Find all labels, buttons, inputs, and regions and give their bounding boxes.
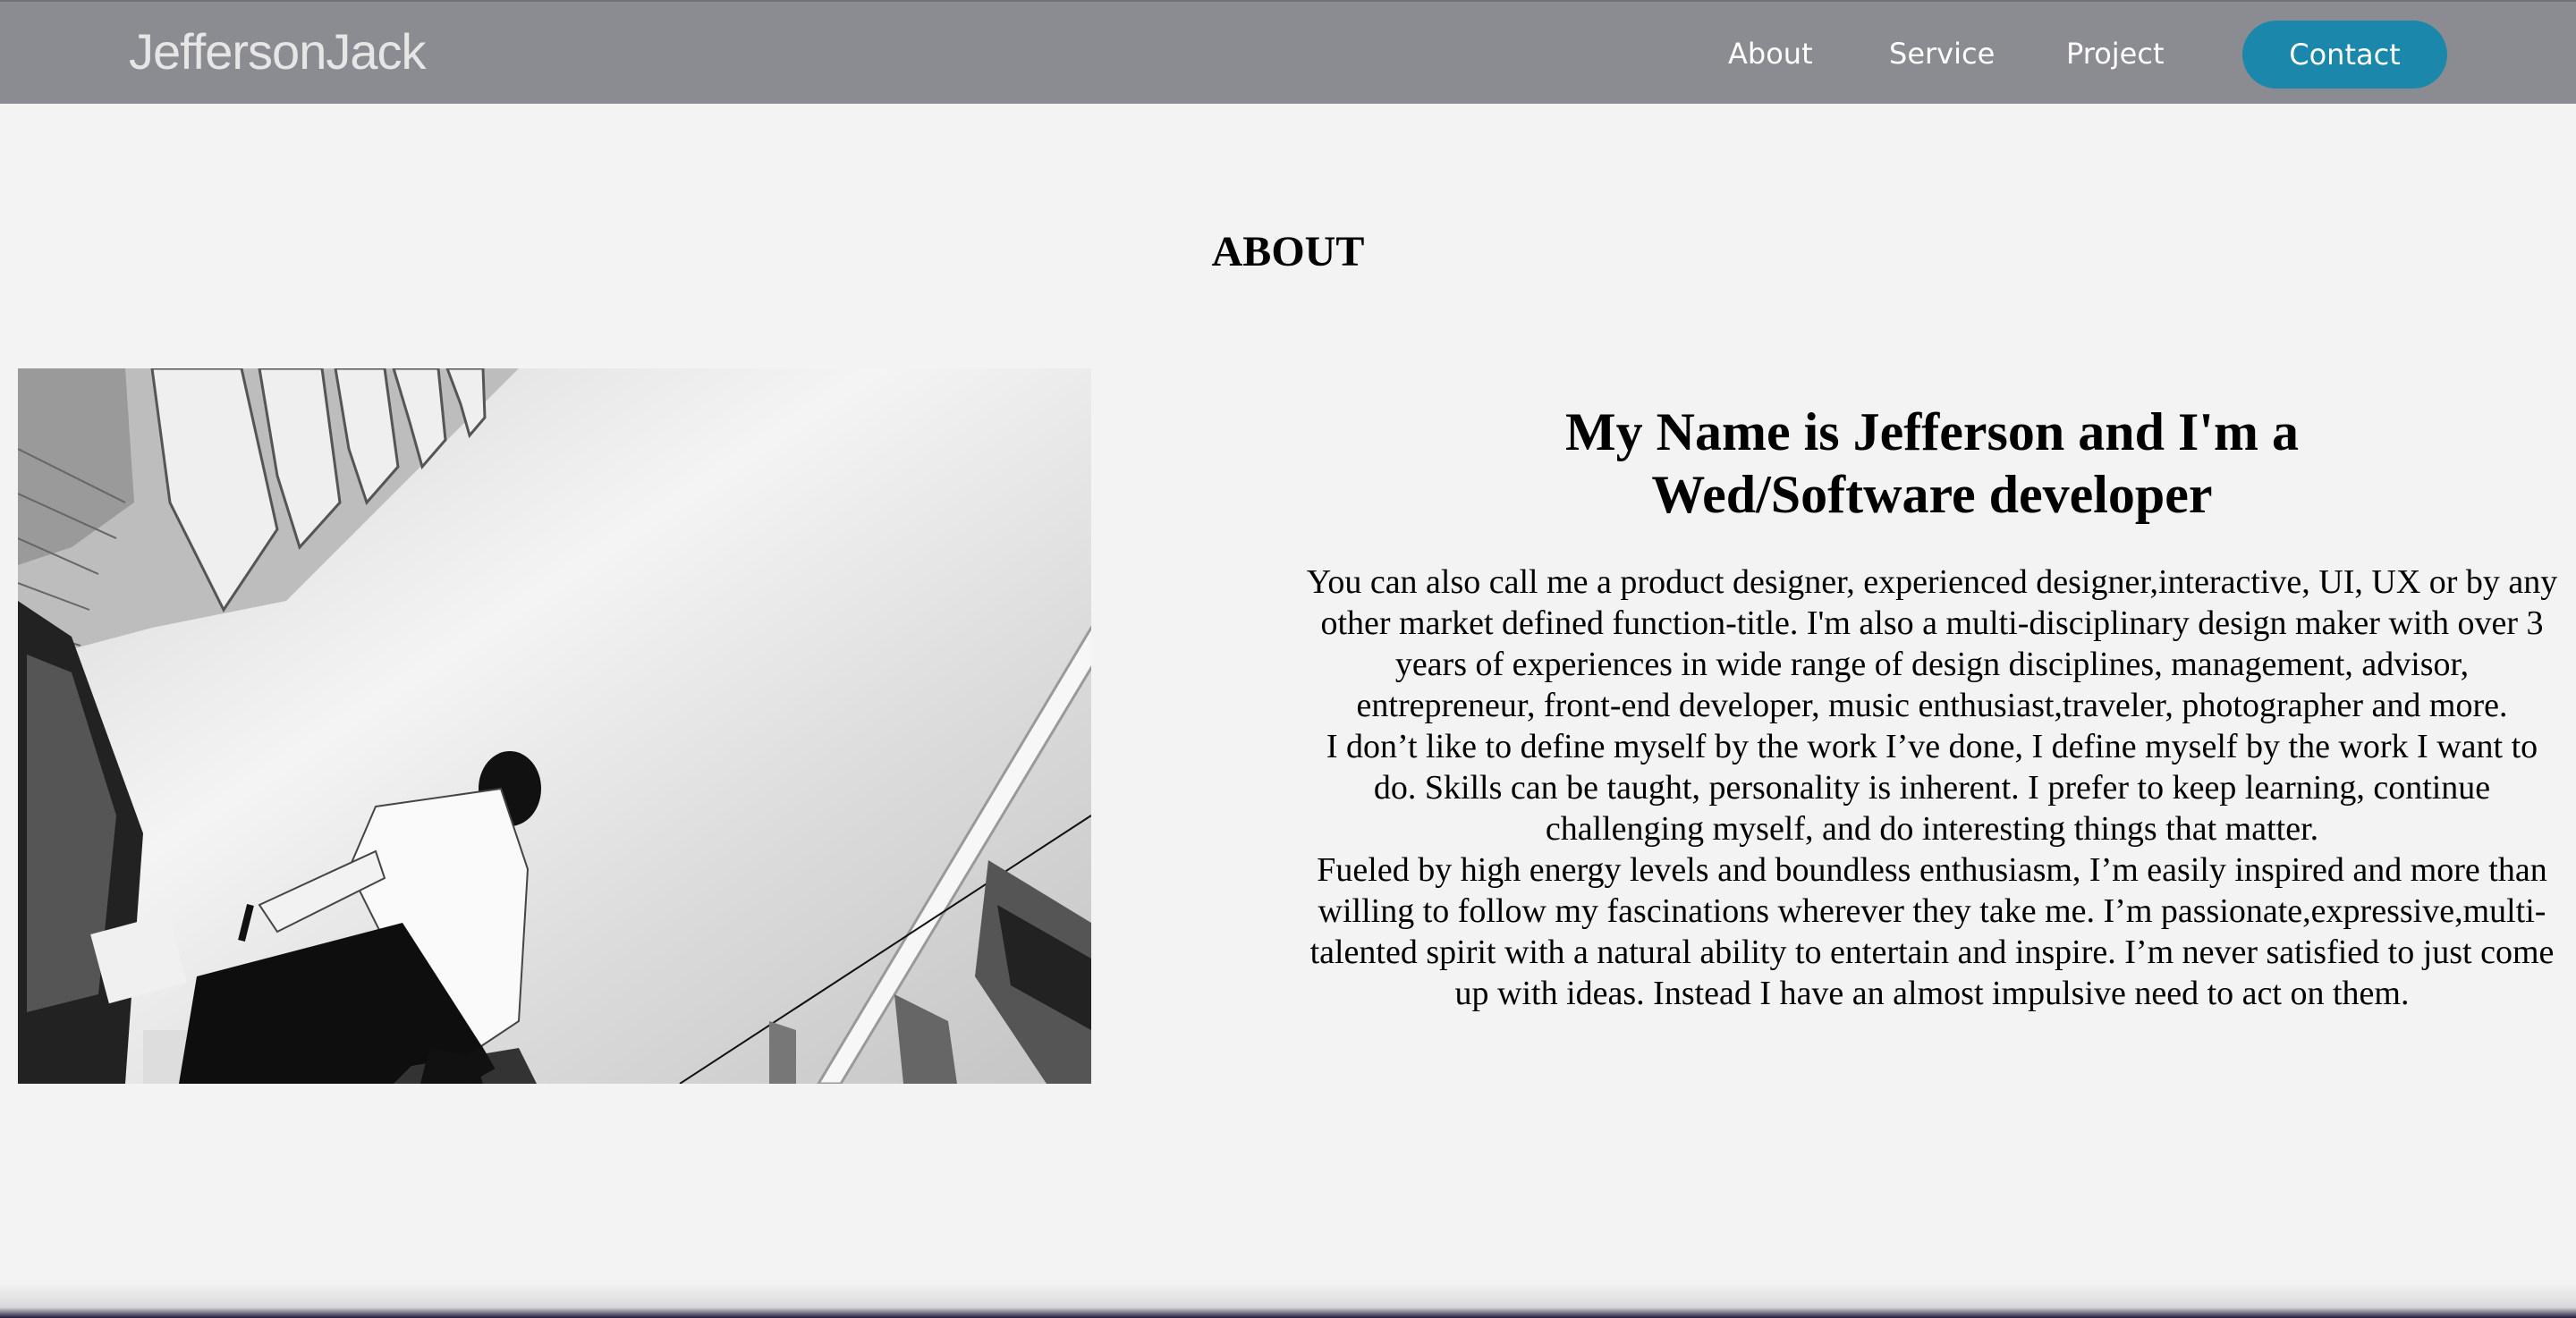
window-bottom-edge bbox=[0, 1282, 2576, 1318]
bio-paragraph: You can also call me a product designer,… bbox=[1306, 563, 2558, 724]
intro-headline: My Name is Jefferson and I'm a Wed/Softw… bbox=[1306, 401, 2558, 526]
contact-button[interactable]: Contact bbox=[2242, 21, 2447, 89]
nav-link-project[interactable]: Project bbox=[2066, 32, 2164, 75]
section-title: ABOUT bbox=[1211, 228, 1365, 275]
profile-photo bbox=[18, 368, 1091, 1084]
intro-section: My Name is Jefferson and I'm a Wed/Softw… bbox=[1306, 401, 2558, 1014]
nav-link-service[interactable]: Service bbox=[1889, 32, 1995, 75]
brand-logo[interactable]: JeffersonJack bbox=[129, 23, 426, 80]
bio-paragraph: I don’t like to define myself by the wor… bbox=[1326, 728, 2538, 848]
headline-line-2: Wed/Software developer bbox=[1651, 465, 2213, 524]
top-navigation-bar: JeffersonJack About Service Project Cont… bbox=[0, 0, 2576, 104]
bio-paragraph: Fueled by high energy levels and boundle… bbox=[1309, 851, 2555, 1012]
nav-link-about[interactable]: About bbox=[1728, 32, 1813, 75]
bio-text: You can also call me a product designer,… bbox=[1306, 562, 2558, 1014]
headline-line-1: My Name is Jefferson and I'm a bbox=[1565, 402, 2299, 461]
